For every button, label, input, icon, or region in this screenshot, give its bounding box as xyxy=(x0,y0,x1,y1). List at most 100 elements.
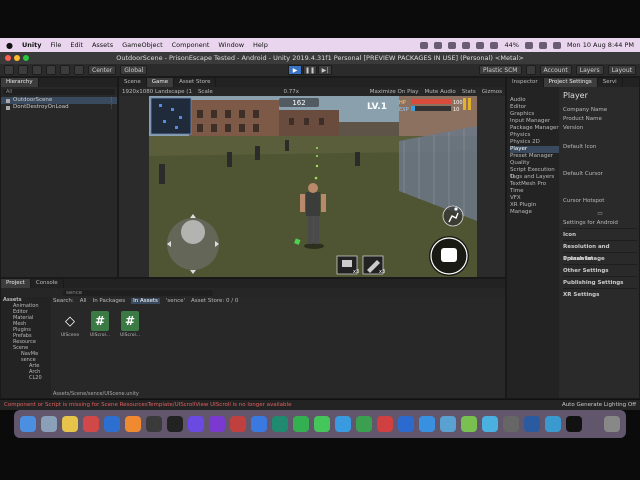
settings-category[interactable]: Preset Manager xyxy=(510,153,559,160)
settings-category[interactable]: Graphics xyxy=(510,111,559,118)
android-icon[interactable]: ▭ xyxy=(563,210,637,219)
asset-item[interactable]: ◇ UIScene xyxy=(59,311,81,339)
asset-item[interactable]: # UIScrol... xyxy=(119,311,141,338)
chrome-icon[interactable] xyxy=(62,416,78,432)
powerpoint-icon[interactable] xyxy=(377,416,393,432)
version-field[interactable]: Version xyxy=(563,124,637,133)
section-splash-image[interactable]: Splash Image xyxy=(563,252,637,264)
default-icon-field[interactable]: Default Icon xyxy=(563,143,637,152)
settings-category[interactable]: XR Plugin Manage xyxy=(510,202,559,215)
menu-edit[interactable]: Edit xyxy=(70,41,83,49)
menu-app-name[interactable]: Unity xyxy=(22,41,41,49)
app-icon[interactable] xyxy=(440,416,456,432)
whatsapp-icon[interactable] xyxy=(314,416,330,432)
bluetooth-icon[interactable] xyxy=(490,41,499,49)
wifi-icon[interactable] xyxy=(538,41,547,49)
scale-tool-icon[interactable] xyxy=(46,65,56,75)
app-icon[interactable] xyxy=(251,416,267,432)
project-search-input[interactable]: sence xyxy=(63,289,213,296)
folder-item[interactable]: CL20 xyxy=(1,375,51,381)
app-icon[interactable] xyxy=(419,416,435,432)
app-icon[interactable] xyxy=(83,416,99,432)
hierarchy-search-input[interactable]: All xyxy=(3,89,115,95)
settings-category[interactable]: Physics xyxy=(510,132,559,139)
battery-icon[interactable] xyxy=(524,41,533,49)
cloud-icon[interactable] xyxy=(525,65,536,75)
settings-category[interactable]: Script Execution O xyxy=(510,167,559,180)
zoom-window-button[interactable] xyxy=(23,55,29,61)
mute-audio-toggle[interactable]: Mute Audio xyxy=(425,89,456,95)
visual-studio-icon[interactable] xyxy=(209,416,225,432)
pause-button[interactable]: ❚❚ xyxy=(303,65,317,75)
product-name-field[interactable]: Product Name xyxy=(563,115,637,124)
scope-all[interactable]: All xyxy=(80,298,87,304)
tab-inspector[interactable]: Inspector xyxy=(507,78,544,87)
section-other-settings[interactable]: Other Settings xyxy=(563,264,637,276)
tab-project[interactable]: Project xyxy=(1,279,31,288)
unity-icon[interactable] xyxy=(566,416,582,432)
scope-in-assets[interactable]: In Assets xyxy=(131,298,160,304)
transform-tool-icon[interactable] xyxy=(74,65,84,75)
menu-file[interactable]: File xyxy=(50,41,61,49)
status-icon[interactable] xyxy=(448,41,457,49)
stats-toggle[interactable]: Stats xyxy=(462,89,476,95)
status-icon[interactable] xyxy=(434,41,443,49)
word-icon[interactable] xyxy=(104,416,120,432)
app-icon[interactable] xyxy=(545,416,561,432)
cursor-hotspot-field[interactable]: Cursor Hotspot xyxy=(563,197,637,206)
tab-game[interactable]: Game xyxy=(146,78,175,87)
tab-scene[interactable]: Scene xyxy=(119,78,147,87)
menu-gameobject[interactable]: GameObject xyxy=(122,41,163,49)
hierarchy-item-outdoorscene[interactable]: OutdoorScene ⋮ xyxy=(1,97,117,104)
trash-icon[interactable] xyxy=(604,416,620,432)
terminal-icon[interactable] xyxy=(167,416,183,432)
sprint-button[interactable] xyxy=(442,205,464,227)
app-icon[interactable] xyxy=(356,416,372,432)
clock[interactable]: Mon 10 Aug 8:44 PM xyxy=(567,41,634,49)
tab-hierarchy[interactable]: Hierarchy xyxy=(1,78,39,87)
messages-icon[interactable] xyxy=(293,416,309,432)
punch-button[interactable] xyxy=(429,236,469,276)
launchpad-icon[interactable] xyxy=(41,416,57,432)
tab-asset-store[interactable]: Asset Store xyxy=(174,78,217,87)
app-icon[interactable] xyxy=(524,416,540,432)
status-icon[interactable] xyxy=(462,41,471,49)
app-icon[interactable] xyxy=(398,416,414,432)
company-name-field[interactable]: Company Name xyxy=(563,106,637,115)
settings-category[interactable]: Physics 2D xyxy=(510,139,559,146)
menu-help[interactable]: Help xyxy=(253,41,268,49)
android-studio-icon[interactable] xyxy=(461,416,477,432)
minimize-window-button[interactable] xyxy=(14,55,20,61)
game-canvas[interactable]: 162 LV.1 HP 100 EXP 10 x3 x3 xyxy=(149,96,477,277)
apple-icon[interactable]: ● xyxy=(6,41,13,50)
scope-query[interactable]: 'sence' xyxy=(166,298,185,304)
rotate-tool-icon[interactable] xyxy=(32,65,42,75)
asset-item[interactable]: # UIScrol... xyxy=(89,311,111,338)
layers-dropdown[interactable]: Layers xyxy=(575,65,604,75)
rect-tool-icon[interactable] xyxy=(60,65,70,75)
space-toggle[interactable]: Global xyxy=(120,65,148,75)
pivot-toggle[interactable]: Center xyxy=(88,65,117,75)
plastic-scm-button[interactable]: Plastic SCM xyxy=(479,65,522,75)
section-publishing-settings[interactable]: Publishing Settings xyxy=(563,276,637,288)
settings-category[interactable]: Quality xyxy=(510,160,559,167)
menu-assets[interactable]: Assets xyxy=(92,41,113,49)
app-icon[interactable] xyxy=(503,416,519,432)
blender-icon[interactable] xyxy=(125,416,141,432)
visual-studio-icon[interactable] xyxy=(188,416,204,432)
tab-console[interactable]: Console xyxy=(31,279,64,288)
maximize-on-play-toggle[interactable]: Maximize On Play xyxy=(370,89,419,95)
item-slot-2[interactable]: x3 xyxy=(362,255,385,275)
scope-in-packages[interactable]: In Packages xyxy=(93,298,126,304)
resolution-dropdown[interactable]: 1920x1080 Landscape (1 xyxy=(122,89,192,95)
finder-icon[interactable] xyxy=(20,416,36,432)
settings-category[interactable]: VFX xyxy=(510,195,559,202)
section-resolution[interactable]: Resolution and Presentat xyxy=(563,240,637,262)
settings-category[interactable]: Tags and Layers xyxy=(510,174,559,181)
step-button[interactable]: ▶| xyxy=(318,65,332,75)
error-message[interactable]: Component or Script is missing for Scene… xyxy=(4,402,291,408)
layout-dropdown[interactable]: Layout xyxy=(607,65,636,75)
more-icon[interactable]: ⋮ xyxy=(109,104,115,111)
tab-project-settings[interactable]: Project Settings xyxy=(543,78,598,87)
status-icon[interactable] xyxy=(420,41,429,49)
